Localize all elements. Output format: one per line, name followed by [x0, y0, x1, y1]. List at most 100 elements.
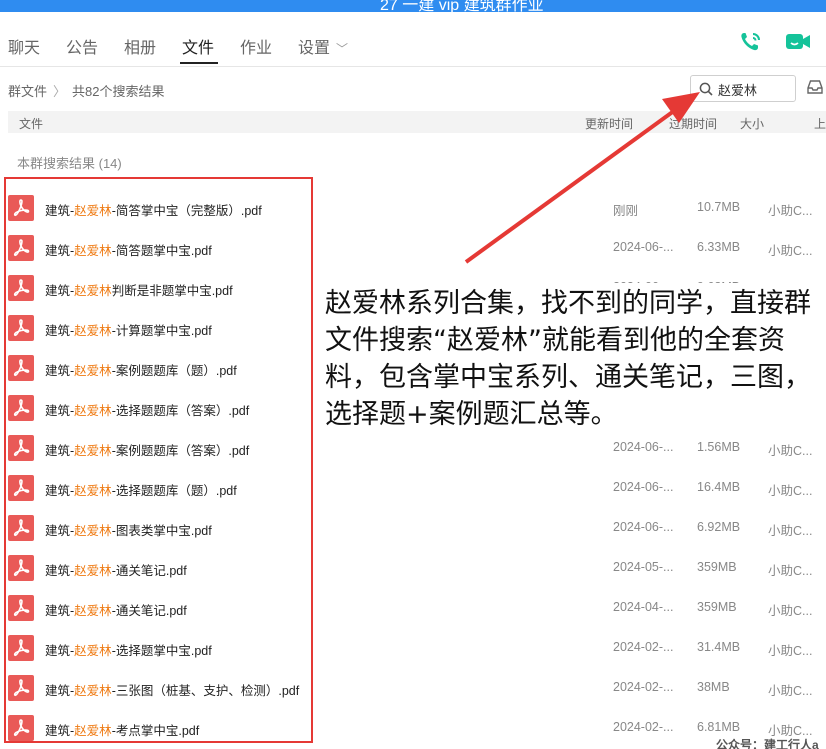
file-row-8[interactable]: 建筑-赵爱林-选择题题库（题）.pdf 2024-06-... 16.4MB 小…: [0, 468, 826, 508]
file-name-prefix: 建筑-: [45, 524, 75, 538]
file-row-9[interactable]: 建筑-赵爱林-图表类掌中宝.pdf 2024-06-... 6.92MB 小助C…: [0, 508, 826, 548]
file-uploader: 小助C...: [768, 204, 813, 218]
file-name[interactable]: 建筑-赵爱林-简答掌中宝（完整版）.pdf: [45, 200, 262, 219]
file-row-2[interactable]: 建筑-赵爱林-简答题掌中宝.pdf 2024-06-... 6.33MB 小助C…: [0, 228, 826, 268]
file-row-11[interactable]: 建筑-赵爱林-通关笔记.pdf 2024-04-... 359MB 小助C...: [0, 588, 826, 628]
search-result-count: 共82个搜索结果: [72, 84, 165, 99]
file-size: 10.7MB: [697, 200, 741, 214]
file-name[interactable]: 建筑-赵爱林-选择题掌中宝.pdf: [45, 640, 212, 659]
file-uploader: 小助C...: [768, 564, 813, 578]
search-highlight: 赵爱林: [74, 404, 112, 418]
file-name[interactable]: 建筑-赵爱林-选择题题库（题）.pdf: [45, 480, 237, 499]
file-size: 6.81MB: [697, 720, 741, 734]
pdf-file-icon: [8, 595, 34, 621]
file-updated-time: 2024-02-...: [613, 680, 674, 694]
search-highlight: 赵爱林: [74, 684, 112, 698]
file-name[interactable]: 建筑-赵爱林-选择题题库（答案）.pdf: [45, 400, 249, 419]
file-name[interactable]: 建筑-赵爱林-计算题掌中宝.pdf: [45, 320, 212, 339]
file-row-12[interactable]: 建筑-赵爱林-选择题掌中宝.pdf 2024-02-... 31.4MB 小助C…: [0, 628, 826, 668]
tab-chat[interactable]: 聊天: [8, 34, 40, 58]
file-updated-time: 2024-06-...: [613, 480, 674, 494]
tab-announcements[interactable]: 公告: [66, 34, 98, 58]
file-name-prefix: 建筑-: [45, 364, 75, 378]
file-name-suffix: -选择题题库（题）.pdf: [111, 484, 237, 498]
file-name-prefix: 建筑-: [45, 244, 75, 258]
pdf-file-icon: [8, 715, 34, 741]
inbox-icon[interactable]: [806, 78, 824, 96]
file-name-suffix: -三张图（桩基、支护、检测）.pdf: [111, 684, 300, 698]
file-row-10[interactable]: 建筑-赵爱林-通关笔记.pdf 2024-05-... 359MB 小助C...: [0, 548, 826, 588]
breadcrumb-root[interactable]: 群文件: [8, 84, 47, 99]
file-name[interactable]: 建筑-赵爱林-三张图（桩基、支护、检测）.pdf: [45, 680, 299, 699]
file-updated-time: 2024-05-...: [613, 560, 674, 574]
watermark: 公众号：建工行人a: [716, 736, 819, 749]
search-highlight: 赵爱林: [74, 204, 112, 218]
column-file[interactable]: 文件: [19, 115, 43, 132]
search-highlight: 赵爱林: [74, 364, 112, 378]
search-highlight: 赵爱林: [74, 524, 112, 538]
file-uploader: 小助C...: [768, 484, 813, 498]
file-size: 1.56MB: [697, 440, 741, 454]
file-name[interactable]: 建筑-赵爱林-简答题掌中宝.pdf: [45, 240, 212, 259]
search-highlight: 赵爱林: [74, 644, 112, 658]
tab-album[interactable]: 相册: [124, 34, 156, 58]
column-updated[interactable]: 更新时间: [585, 115, 633, 132]
file-name-prefix: 建筑-: [45, 684, 75, 698]
file-name[interactable]: 建筑-赵爱林判断是非题掌中宝.pdf: [45, 280, 233, 299]
search-input[interactable]: [718, 79, 790, 99]
search-highlight: 赵爱林: [74, 444, 112, 458]
file-size: 31.4MB: [697, 640, 741, 654]
file-name-suffix: -通关笔记.pdf: [111, 564, 187, 578]
file-name[interactable]: 建筑-赵爱林-通关笔记.pdf: [45, 600, 187, 619]
tab-files[interactable]: 文件: [182, 34, 214, 58]
table-header: 文件 更新时间 过期时间 大小 上: [8, 111, 826, 133]
file-name-suffix: -简答题掌中宝.pdf: [111, 244, 212, 258]
file-uploader: 小助C...: [768, 644, 813, 658]
search-highlight: 赵爱林: [74, 284, 112, 298]
file-name-suffix: -通关笔记.pdf: [111, 604, 187, 618]
pdf-file-icon: [8, 515, 34, 541]
pdf-file-icon: [8, 435, 34, 461]
file-uploader: 小助C...: [768, 444, 813, 458]
file-name[interactable]: 建筑-赵爱林-通关笔记.pdf: [45, 560, 187, 579]
tab-settings-label: 设置: [298, 40, 331, 57]
pdf-file-icon: [8, 555, 34, 581]
file-name[interactable]: 建筑-赵爱林-图表类掌中宝.pdf: [45, 520, 212, 539]
column-uploader[interactable]: 上: [814, 115, 826, 132]
file-size: 359MB: [697, 560, 737, 574]
file-row-1[interactable]: 建筑-赵爱林-简答掌中宝（完整版）.pdf 刚刚 10.7MB 小助C...: [0, 188, 826, 228]
search-icon: [699, 82, 713, 96]
file-uploader: 小助C...: [768, 604, 813, 618]
tab-settings[interactable]: 设置 ﹀: [298, 34, 348, 58]
pdf-file-icon: [8, 355, 34, 381]
file-name-suffix: -案例题题库（题）.pdf: [111, 364, 237, 378]
file-updated-time: 2024-06-...: [613, 440, 674, 454]
section-label: 本群搜索结果 (14): [17, 156, 122, 171]
file-updated-time: 2024-04-...: [613, 600, 674, 614]
file-name-prefix: 建筑-: [45, 204, 75, 218]
search-highlight: 赵爱林: [74, 484, 112, 498]
file-name-prefix: 建筑-: [45, 404, 75, 418]
file-size: 6.92MB: [697, 520, 741, 534]
file-row-14[interactable]: 建筑-赵爱林-考点掌中宝.pdf 2024-02-... 6.81MB 小助C.…: [0, 708, 826, 748]
column-size[interactable]: 大小: [740, 115, 764, 132]
file-uploader: 小助C...: [768, 244, 813, 258]
file-name[interactable]: 建筑-赵爱林-考点掌中宝.pdf: [45, 720, 199, 739]
search-box[interactable]: [690, 75, 796, 102]
tab-homework[interactable]: 作业: [240, 34, 272, 58]
file-size: 6.33MB: [697, 240, 741, 254]
video-call-icon[interactable]: [784, 30, 812, 54]
pdf-file-icon: [8, 235, 34, 261]
file-name[interactable]: 建筑-赵爱林-案例题题库（答案）.pdf: [45, 440, 249, 459]
phone-icon[interactable]: [738, 30, 766, 54]
file-name[interactable]: 建筑-赵爱林-案例题题库（题）.pdf: [45, 360, 237, 379]
column-expire[interactable]: 过期时间: [669, 115, 717, 132]
file-updated-time: 刚刚: [613, 204, 639, 218]
file-size: 359MB: [697, 600, 737, 614]
pdf-file-icon: [8, 675, 34, 701]
file-row-13[interactable]: 建筑-赵爱林-三张图（桩基、支护、检测）.pdf 2024-02-... 38M…: [0, 668, 826, 708]
file-size: 38MB: [697, 680, 730, 694]
window-title: 27 一建 vip 建筑群作业: [380, 0, 544, 12]
chevron-down-icon: ﹀: [336, 42, 349, 56]
breadcrumb-separator: 〉: [53, 84, 67, 99]
